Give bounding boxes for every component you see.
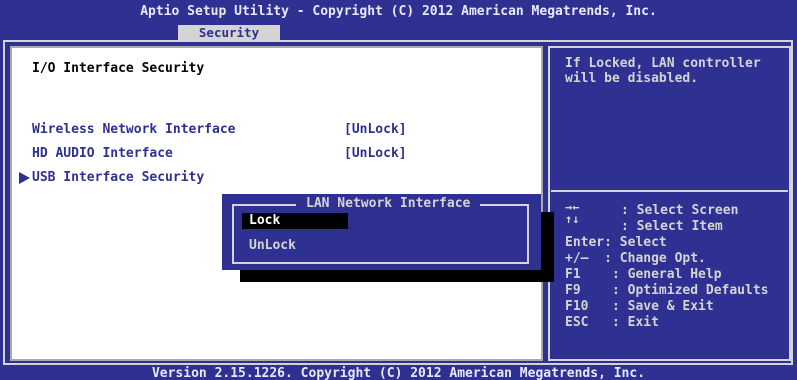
help-description: If Locked, LAN controller will be disabl… [565,56,761,86]
bios-screen: Aptio Setup Utility - Copyright (C) 2012… [0,0,797,380]
version-footer: Version 2.15.1226. Copyright (C) 2012 Am… [151,366,646,380]
key-exit: ESC : Exit [565,315,659,330]
key-enter: Enter: Select [565,235,667,250]
hd-audio-interface-value[interactable]: [UnLock] [344,146,407,161]
section-title: I/O Interface Security [32,61,205,76]
up-down-arrows-icon: ↑↓ [565,212,580,226]
option-unlock[interactable]: UnLock [249,238,296,253]
key-select-screen: : Select Screen [621,203,739,218]
hd-audio-interface-label[interactable]: HD AUDIO Interface [32,146,173,161]
wireless-network-interface-label[interactable]: Wireless Network Interface [32,122,236,137]
key-save-exit: F10 : Save & Exit [565,299,714,314]
utility-title: Aptio Setup Utility - Copyright (C) 2012… [140,4,657,19]
title-bar: Aptio Setup Utility - Copyright (C) 2012… [0,0,797,41]
submenu-arrow-icon [19,172,30,184]
key-change-opt: +/— : Change Opt. [565,251,706,266]
option-lock[interactable]: Lock [242,213,348,229]
usb-interface-security-item[interactable]: USB Interface Security [32,170,204,185]
lan-network-interface-value[interactable]: [UnLock] [344,98,407,113]
key-optimized-defaults: F9 : Optimized Defaults [565,283,769,298]
tab-security[interactable]: Security [178,25,280,41]
key-select-item: : Select Item [621,219,723,234]
popup-title: LAN Network Interface [296,196,481,211]
help-divider [551,190,788,192]
nav-arrows-icon: →← ↑↓ [565,201,579,225]
wireless-network-interface-value[interactable]: [UnLock] [344,122,407,137]
key-general-help: F1 : General Help [565,267,722,282]
lan-network-interface-label[interactable]: LAN Network Interface [32,98,196,113]
